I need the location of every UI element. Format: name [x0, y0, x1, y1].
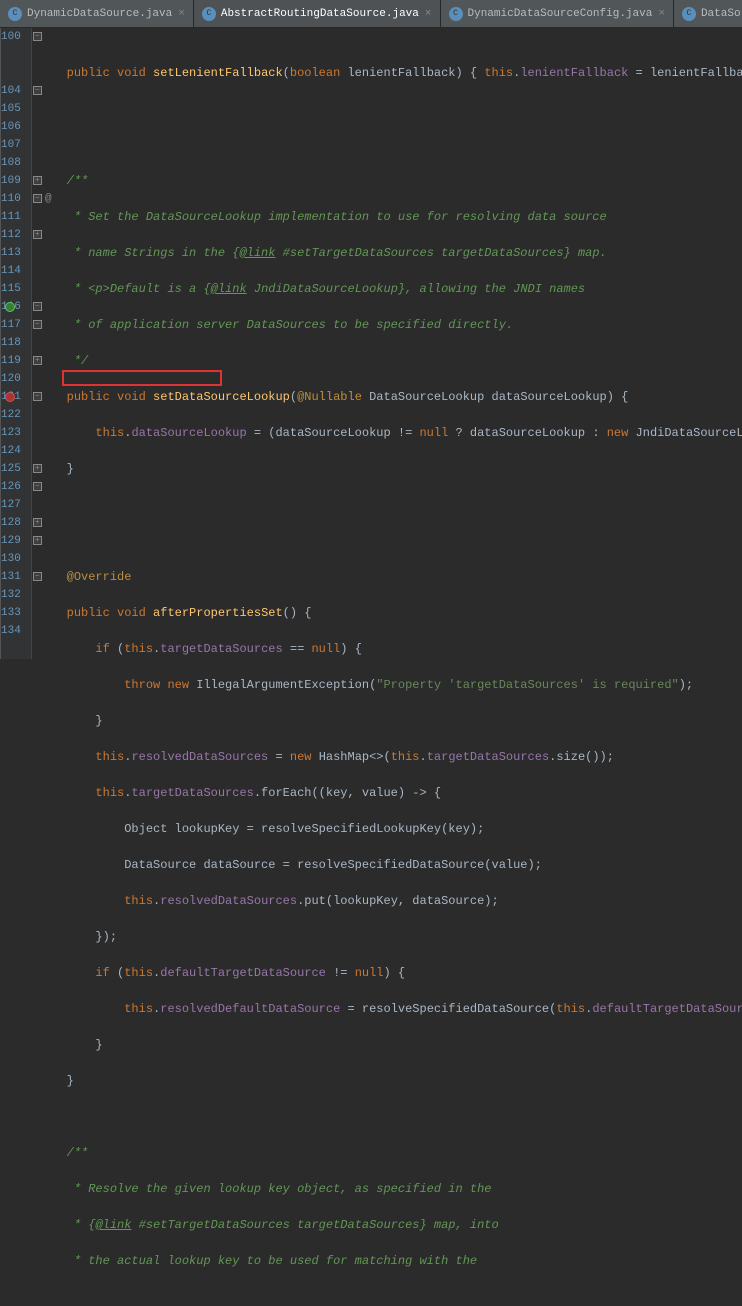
line-number: 100: [1, 28, 21, 46]
line-number: 118: [1, 334, 21, 352]
override-icon[interactable]: [5, 302, 15, 312]
line-number: 114: [1, 262, 21, 280]
tab-label: DataSo: [701, 8, 741, 20]
line-number: 132: [1, 586, 21, 604]
line-number: 121: [1, 388, 21, 406]
gutter: 100 104 105 106 107 108 109 @110 111 112…: [1, 28, 31, 659]
class-icon: C: [449, 7, 463, 21]
class-icon: C: [682, 7, 696, 21]
line-number: 115: [1, 280, 21, 298]
line-number: 125: [1, 460, 21, 478]
line-number: 108: [1, 154, 21, 172]
line-number: 127: [1, 496, 21, 514]
line-number: 107: [1, 136, 21, 154]
line-number: 106: [1, 118, 21, 136]
line-number: 130: [1, 550, 21, 568]
line-number: 104: [1, 82, 21, 100]
line-number: 116: [1, 298, 21, 316]
class-icon: C: [8, 7, 22, 21]
line-number: 120: [1, 370, 21, 388]
tab-dataso[interactable]: C DataSo: [674, 0, 742, 27]
close-icon[interactable]: ×: [425, 8, 432, 20]
line-number: 113: [1, 244, 21, 262]
line-number: 111: [1, 208, 21, 226]
line-number: @110: [1, 190, 21, 208]
class-icon: C: [202, 7, 216, 21]
tab-config[interactable]: C DynamicDataSourceConfig.java ×: [441, 0, 674, 27]
highlight-box: [62, 370, 222, 386]
tab-label: AbstractRoutingDataSource.java: [221, 8, 419, 20]
line-number: 109: [1, 172, 21, 190]
line-number: 131: [1, 568, 21, 586]
line-number: 128: [1, 514, 21, 532]
editor: 100 104 105 106 107 108 109 @110 111 112…: [0, 28, 742, 659]
line-number: 129: [1, 532, 21, 550]
line-number: 123: [1, 424, 21, 442]
tab-abstractrouting[interactable]: C AbstractRoutingDataSource.java ×: [194, 0, 441, 27]
line-number: 119: [1, 352, 21, 370]
line-number: 105: [1, 100, 21, 118]
line-number: 126: [1, 478, 21, 496]
close-icon[interactable]: ×: [178, 8, 185, 20]
line-number: 133: [1, 604, 21, 622]
line-number: 117: [1, 316, 21, 334]
line-number: 112: [1, 226, 21, 244]
tab-label: DynamicDataSource.java: [27, 8, 172, 20]
line-number: 122: [1, 406, 21, 424]
tab-label: DynamicDataSourceConfig.java: [468, 8, 653, 20]
tab-dynamicdatasource[interactable]: C DynamicDataSource.java ×: [0, 0, 194, 27]
line-number: 124: [1, 442, 21, 460]
breakpoint-icon[interactable]: [5, 392, 15, 402]
line-number: 134: [1, 622, 21, 640]
tab-bar: C DynamicDataSource.java × C AbstractRou…: [0, 0, 742, 28]
code-area[interactable]: public void setLenientFallback(boolean l…: [32, 28, 742, 659]
close-icon[interactable]: ×: [658, 8, 665, 20]
